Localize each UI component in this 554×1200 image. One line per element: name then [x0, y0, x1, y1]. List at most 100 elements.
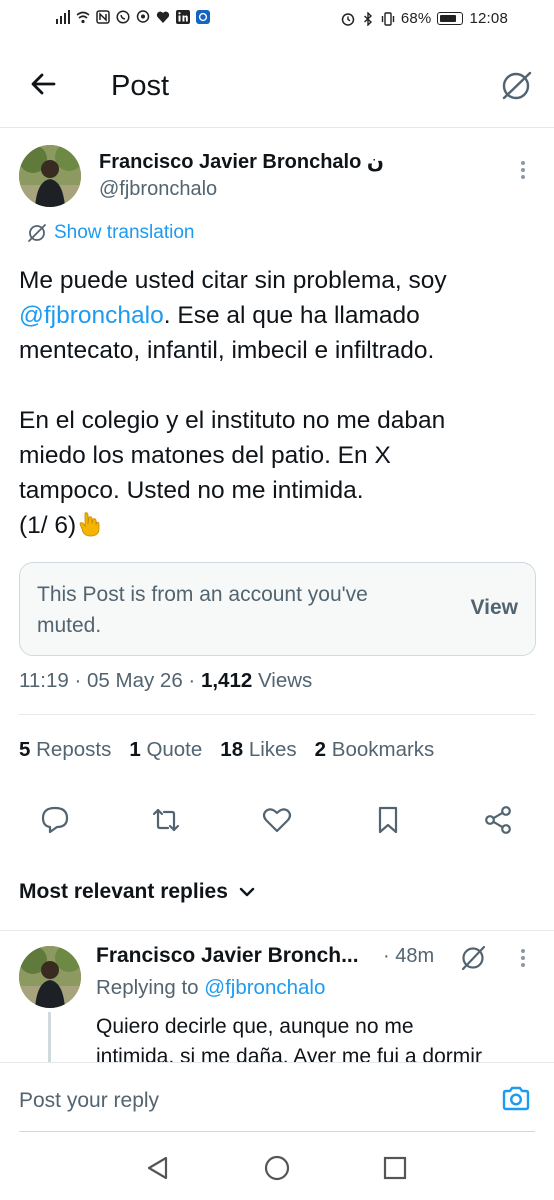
more-dot	[521, 963, 525, 967]
bookmarks-stat[interactable]: 2 Bookmarks	[315, 738, 435, 762]
tweet-line: mentecato, infantil, imbecil e infiltrad…	[19, 337, 435, 364]
reply-text: Quiero decirle que, aunque no me intimid…	[96, 1012, 536, 1062]
wifi-icon	[76, 11, 90, 24]
tweet-line: (1/ 6)	[19, 508, 539, 543]
battery-percent: 68%	[400, 10, 432, 27]
reply-composer: Post your reply	[0, 1062, 554, 1132]
repost-icon[interactable]	[150, 804, 182, 836]
author-avatar[interactable]	[19, 145, 81, 207]
meta-divider	[19, 714, 535, 715]
bookmark-icon[interactable]	[372, 804, 404, 836]
tweet-line-rest: . Ese al que ha llamado	[163, 302, 420, 329]
back-arrow-icon[interactable]	[26, 66, 62, 102]
reposts-label: Reposts	[36, 738, 112, 761]
thread-counter: (1/ 6)	[19, 512, 77, 539]
reply-line: intimida, si me daña. Ayer me fui a dorm…	[96, 1045, 482, 1062]
reply-icon[interactable]	[39, 804, 71, 836]
more-dot	[521, 168, 525, 172]
replies-divider	[0, 930, 554, 931]
translate-icon[interactable]	[458, 943, 488, 973]
avatar-photo-icon	[19, 946, 81, 1008]
tweet-line: @fjbronchalo. Ese al que ha llamado	[19, 298, 539, 333]
share-icon[interactable]	[482, 804, 514, 836]
nfc-icon	[96, 10, 110, 24]
views-count: 1,412	[200, 669, 253, 692]
nav-recents-icon[interactable]	[381, 1154, 409, 1182]
quotes-stat[interactable]: 1 Quote	[129, 738, 202, 762]
author-name[interactable]: Francisco Javier Bronchalo ن	[99, 149, 384, 174]
like-icon[interactable]	[261, 804, 293, 836]
views-label: Views	[257, 669, 313, 692]
more-dot	[521, 956, 525, 960]
quotes-label: Quote	[146, 738, 203, 761]
author-handle[interactable]: @fjbronchalo	[99, 178, 217, 201]
status-bar: 68% 12:08	[0, 0, 554, 40]
likes-label: Likes	[248, 738, 297, 761]
quotes-count: 1	[129, 738, 141, 761]
status-icons-right: 68% 12:08	[341, 10, 508, 27]
nav-back-icon[interactable]	[144, 1154, 172, 1182]
status-time: 12:08	[469, 10, 508, 27]
muted-notice-text: This Post is from an account you've mute…	[37, 583, 368, 637]
reposts-stat[interactable]: 5 Reposts	[19, 738, 111, 762]
view-muted-button[interactable]: View	[471, 596, 518, 620]
tweet-line: miedo los matones del patio. En X	[19, 442, 391, 469]
reply-author-name[interactable]: Francisco Javier Bronch...	[96, 944, 359, 968]
tweet-text: Me puede usted citar sin problema, soy @…	[19, 263, 539, 543]
thread-connector	[48, 1012, 51, 1062]
action-bar	[0, 804, 554, 840]
post-date: 05 May 26	[87, 669, 183, 692]
tweet-line: tampoco. Usted no me intimida.	[19, 477, 364, 504]
whatsapp-icon	[116, 10, 130, 24]
chevron-down-icon	[239, 887, 255, 897]
replying-handle-link[interactable]: @fjbronchalo	[204, 976, 325, 999]
more-dot	[521, 161, 525, 165]
tweet-line: En el colegio y el instituto no me daban	[19, 407, 446, 434]
heart-status-icon	[156, 11, 170, 23]
likes-count: 18	[220, 738, 244, 761]
chat-icon	[136, 10, 150, 23]
replies-heading: Most relevant replies	[19, 880, 228, 903]
replying-prefix: Replying to	[96, 976, 199, 999]
mention-link[interactable]: @fjbronchalo	[19, 302, 164, 329]
muted-post-notice: This Post is from an account you've mute…	[19, 562, 536, 656]
replies-sort-dropdown[interactable]: Most relevant replies	[19, 880, 256, 904]
avatar-photo-icon	[19, 145, 81, 207]
more-dot	[521, 949, 525, 953]
translate-icon[interactable]	[498, 68, 534, 104]
post-metadata: 11:19 · 05 May 26 · 1,412 Views	[19, 669, 313, 692]
reply-more-options-button[interactable]	[518, 946, 528, 970]
system-navigation-bar	[0, 1138, 554, 1200]
reply-input[interactable]: Post your reply	[19, 1089, 159, 1113]
shield-status-icon	[196, 10, 210, 24]
nav-home-icon[interactable]	[263, 1154, 291, 1182]
more-dot	[521, 175, 525, 179]
show-translation-label: Show translation	[54, 222, 195, 243]
battery-icon	[437, 12, 464, 25]
bookmarks-label: Bookmarks	[331, 738, 435, 761]
header-divider	[0, 127, 554, 128]
status-icons-left	[56, 10, 210, 24]
post-time: 11:19	[19, 669, 69, 692]
bluetooth-icon	[363, 11, 372, 26]
reply-time: · 48m	[383, 945, 435, 967]
replying-to: Replying to @fjbronchalo	[96, 976, 325, 1000]
camera-icon[interactable]	[500, 1083, 532, 1115]
tweet-line: Me puede usted citar sin problema, soy	[19, 267, 447, 294]
more-options-button[interactable]	[518, 158, 528, 182]
reply-author-avatar[interactable]	[19, 946, 81, 1008]
page-title: Post	[111, 70, 170, 102]
likes-stat[interactable]: 18 Likes	[220, 738, 296, 762]
signal-icon	[56, 10, 70, 24]
show-translation-link[interactable]: Show translation	[26, 222, 194, 244]
linkedin-icon	[176, 10, 190, 24]
bookmarks-count: 2	[314, 738, 327, 761]
pointing-down-emoji-icon	[79, 512, 100, 537]
top-app-bar: Post	[0, 54, 554, 124]
translate-small-icon	[28, 224, 46, 242]
vibrate-icon	[381, 11, 395, 26]
composer-underline	[19, 1131, 535, 1132]
reply-line: Quiero decirle que, aunque no me	[96, 1015, 414, 1038]
engagement-stats: 5 Reposts 1 Quote 18 Likes 2 Bookmarks	[19, 738, 434, 762]
